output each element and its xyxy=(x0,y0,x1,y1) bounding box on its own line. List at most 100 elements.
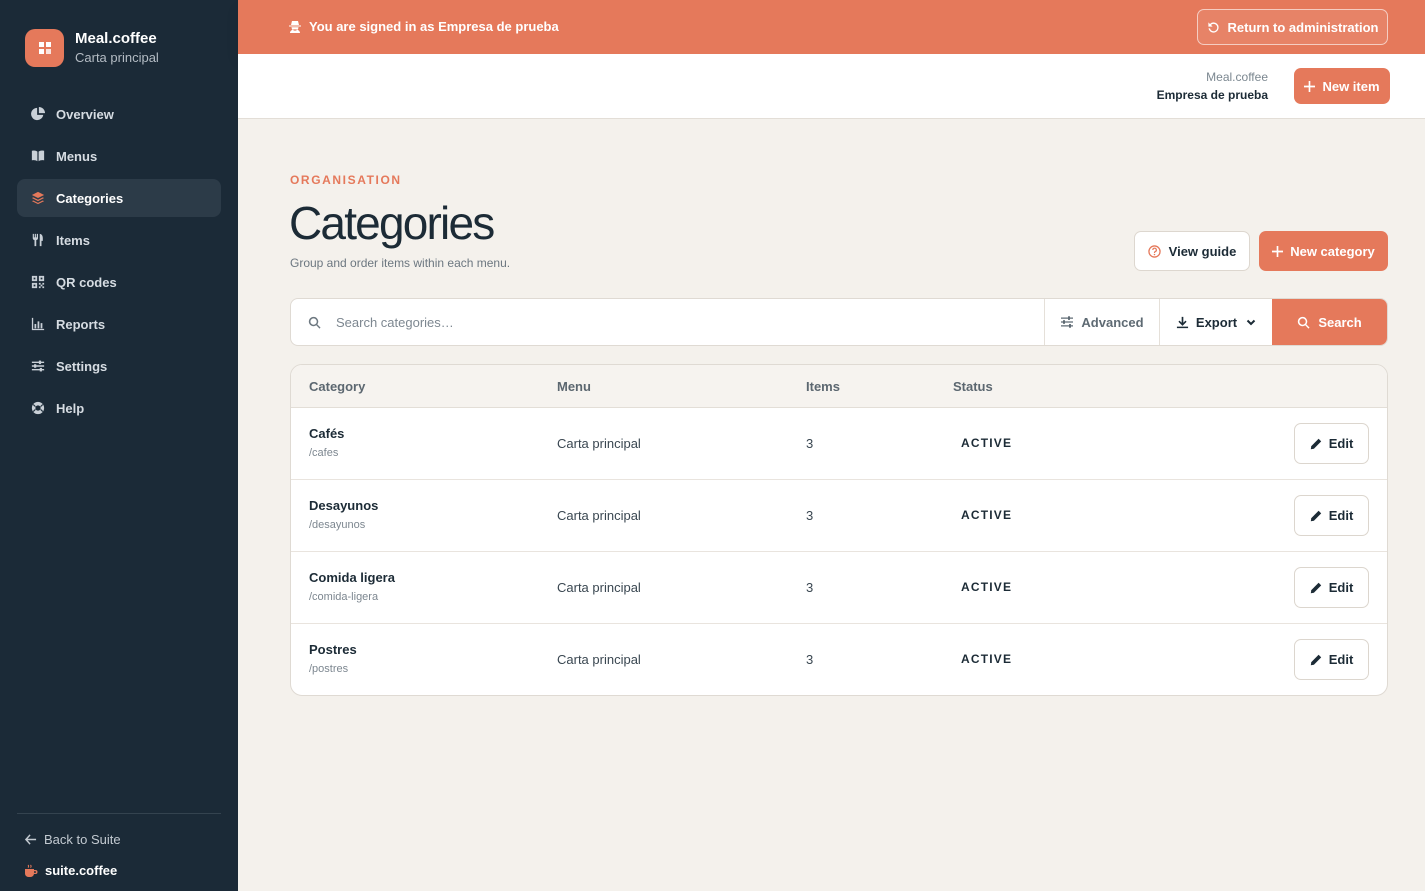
category-name[interactable]: Desayunos xyxy=(309,498,378,513)
search-input[interactable] xyxy=(336,314,1016,330)
sidebar-item-label: Categories xyxy=(56,190,124,206)
export-label: Export xyxy=(1195,314,1238,330)
status-badge: ACTIVE xyxy=(961,436,1013,450)
categories-table: Category Menu Items Status Cafés /cafes … xyxy=(290,364,1388,696)
sliders-icon xyxy=(1061,316,1074,328)
return-label: Return to administration xyxy=(1227,19,1379,35)
category-slug: /cafes xyxy=(309,447,339,459)
pencil-icon xyxy=(1310,510,1321,521)
category-name[interactable]: Postres xyxy=(309,642,357,657)
arrow-left-icon xyxy=(24,834,37,845)
export-dropdown[interactable]: Export xyxy=(1159,299,1272,345)
column-header-category[interactable]: Category xyxy=(309,379,365,394)
sidebar-item-label: Menus xyxy=(56,148,98,164)
sliders-icon xyxy=(30,358,46,374)
sidebar-item-reports[interactable]: Reports xyxy=(17,305,221,343)
category-slug: /comida-ligera xyxy=(309,591,379,603)
org-app-name: Meal.coffee xyxy=(1206,70,1268,84)
sidebar-item-label: QR codes xyxy=(56,274,117,290)
column-header-status[interactable]: Status xyxy=(953,379,993,394)
search-button[interactable]: Search xyxy=(1272,299,1387,345)
category-items-count: 3 xyxy=(806,580,814,595)
table-row: Postres /postres Carta principal 3 ACTIV… xyxy=(291,624,1387,695)
edit-label: Edit xyxy=(1328,580,1354,595)
chart-pie-icon xyxy=(30,106,46,122)
category-name[interactable]: Comida ligera xyxy=(309,570,395,585)
category-items-count: 3 xyxy=(806,508,814,523)
sidebar-item-label: Help xyxy=(56,400,85,416)
qr-code-icon xyxy=(30,274,46,290)
bar-chart-icon xyxy=(30,316,46,332)
undo-icon xyxy=(1207,21,1219,33)
sidebar-item-items[interactable]: Items xyxy=(17,221,221,259)
question-circle-icon xyxy=(1147,244,1161,258)
sidebar-item-overview[interactable]: Overview xyxy=(17,95,221,133)
download-icon xyxy=(1176,316,1188,328)
view-guide-label: View guide xyxy=(1168,243,1237,259)
pencil-icon xyxy=(1310,582,1321,593)
sidebar-nav: Overview Menus Categories Items QR codes… xyxy=(17,95,221,431)
page-title: Categories xyxy=(289,197,495,249)
table-header: Category Menu Items Status xyxy=(291,365,1387,408)
pencil-icon xyxy=(1310,438,1321,449)
top-header: Meal.coffee Empresa de prueba New item xyxy=(238,54,1425,119)
sidebar-item-menus[interactable]: Menus xyxy=(17,137,221,175)
sidebar-item-help[interactable]: Help xyxy=(17,389,221,427)
edit-button[interactable]: Edit xyxy=(1294,495,1369,536)
edit-label: Edit xyxy=(1328,652,1354,667)
plus-icon xyxy=(1272,245,1284,257)
sidebar: Meal.coffee Carta principal Overview Men… xyxy=(0,0,238,891)
status-badge: ACTIVE xyxy=(961,652,1013,666)
view-guide-button[interactable]: View guide xyxy=(1134,231,1250,271)
category-items-count: 3 xyxy=(806,436,814,451)
search-bar: Advanced Export Search xyxy=(290,298,1388,346)
page-eyebrow: ORGANISATION xyxy=(290,173,402,187)
chevron-down-icon xyxy=(1246,319,1256,326)
category-menu: Carta principal xyxy=(557,436,641,451)
sidebar-item-qr-codes[interactable]: QR codes xyxy=(17,263,221,301)
table-row: Comida ligera /comida-ligera Carta princ… xyxy=(291,552,1387,624)
edit-label: Edit xyxy=(1328,436,1354,451)
advanced-label: Advanced xyxy=(1081,314,1144,330)
sidebar-item-label: Items xyxy=(56,232,90,248)
edit-button[interactable]: Edit xyxy=(1294,567,1369,608)
org-company-name: Empresa de prueba xyxy=(1156,88,1268,102)
sidebar-item-categories[interactable]: Categories xyxy=(17,179,221,217)
edit-button[interactable]: Edit xyxy=(1294,639,1369,680)
edit-button[interactable]: Edit xyxy=(1294,423,1369,464)
new-item-label: New item xyxy=(1322,78,1380,94)
sidebar-item-settings[interactable]: Settings xyxy=(17,347,221,385)
category-name[interactable]: Cafés xyxy=(309,426,344,441)
search-field[interactable] xyxy=(291,299,1044,345)
category-items-count: 3 xyxy=(806,652,814,667)
new-category-button[interactable]: New category xyxy=(1259,231,1388,271)
status-badge: ACTIVE xyxy=(961,580,1013,594)
brand[interactable]: Meal.coffee Carta principal xyxy=(25,29,159,67)
table-row: Desayunos /desayunos Carta principal 3 A… xyxy=(291,480,1387,552)
search-icon xyxy=(308,316,321,329)
banner-message: You are signed in as Empresa de prueba xyxy=(289,19,559,34)
return-to-administration-button[interactable]: Return to administration xyxy=(1197,9,1388,45)
edit-label: Edit xyxy=(1328,508,1354,523)
new-category-label: New category xyxy=(1290,243,1375,259)
back-to-suite-label: Back to Suite xyxy=(44,832,121,847)
column-header-menu[interactable]: Menu xyxy=(557,379,591,394)
sidebar-item-label: Settings xyxy=(56,358,108,374)
book-icon xyxy=(30,148,46,164)
layers-icon xyxy=(30,190,46,206)
status-badge: ACTIVE xyxy=(961,508,1013,522)
banner-text: You are signed in as Empresa de prueba xyxy=(309,19,559,34)
sidebar-divider xyxy=(17,813,221,814)
category-menu: Carta principal xyxy=(557,580,641,595)
column-header-items[interactable]: Items xyxy=(806,379,840,394)
grid-logo-icon xyxy=(25,29,64,67)
new-item-button[interactable]: New item xyxy=(1294,68,1390,104)
org-info: Meal.coffee Empresa de prueba xyxy=(1157,69,1268,104)
back-to-suite-link[interactable]: Back to Suite xyxy=(24,832,121,847)
suite-brand[interactable]: suite.coffee xyxy=(24,863,117,878)
category-slug: /postres xyxy=(309,663,349,675)
advanced-filter-button[interactable]: Advanced xyxy=(1044,299,1159,345)
pencil-icon xyxy=(1310,654,1321,665)
page-subtitle: Group and order items within each menu. xyxy=(290,256,511,270)
sidebar-item-label: Reports xyxy=(56,316,106,332)
